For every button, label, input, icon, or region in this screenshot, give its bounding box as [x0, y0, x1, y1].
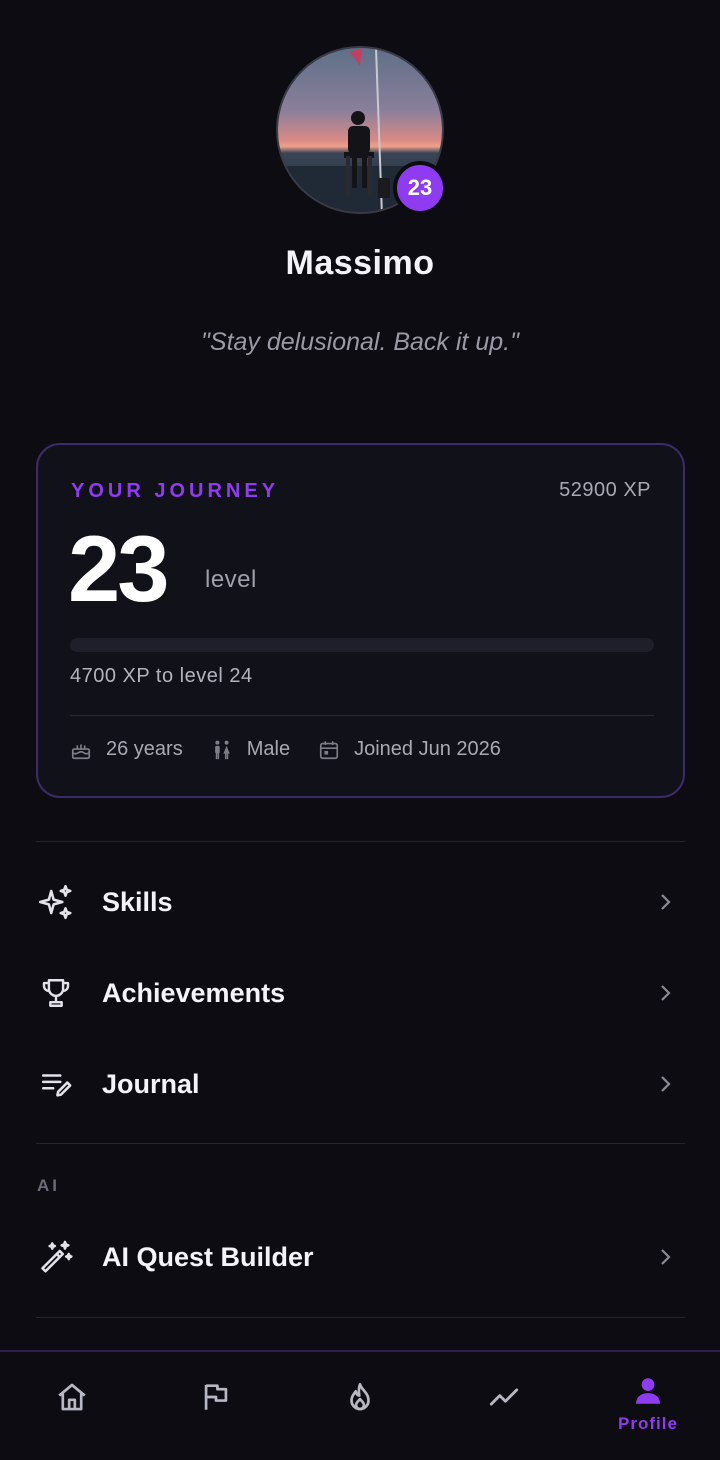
- gender-icon: [214, 740, 230, 759]
- nav-profile[interactable]: Profile: [576, 1352, 720, 1460]
- menu-item-label: AI Quest Builder: [102, 1241, 314, 1272]
- joined-item: Joined Jun 2026: [318, 738, 501, 761]
- home-icon: [58, 1383, 86, 1411]
- flag-icon: [204, 1384, 228, 1410]
- menu-item-skills[interactable]: Skills: [36, 862, 685, 942]
- chevron-right-icon: [661, 1249, 671, 1265]
- menu-item-ai-quest-builder[interactable]: AI Quest Builder: [36, 1217, 685, 1297]
- edit-note-icon: [36, 1064, 76, 1104]
- level-badge: 23: [393, 161, 447, 215]
- trend-icon: [489, 1388, 519, 1406]
- sparkles-icon: [36, 882, 76, 922]
- menu-item-label: Achievements: [102, 977, 286, 1008]
- chevron-right-icon: [661, 1076, 671, 1092]
- chevron-right-icon: [661, 985, 671, 1001]
- profile-motto: "Stay delusional. Back it up.": [201, 328, 519, 356]
- user-icon: [635, 1378, 661, 1404]
- menu-item-achievements[interactable]: Achievements: [36, 953, 685, 1033]
- menu-item-journal[interactable]: Journal: [36, 1044, 685, 1124]
- age-text: 26 years: [106, 738, 183, 760]
- divider: [36, 1317, 685, 1318]
- divider: [36, 1143, 685, 1144]
- divider: [36, 841, 685, 842]
- next-level-text: 4700 XP to level 24: [70, 665, 253, 687]
- calendar-icon: [320, 740, 339, 759]
- nav-streak[interactable]: [288, 1352, 432, 1460]
- cake-icon: [71, 744, 91, 759]
- gender-text: Male: [246, 738, 291, 760]
- journey-meta: 26 years Male Joined Jun 2026: [70, 738, 529, 761]
- nav-home[interactable]: [0, 1352, 144, 1460]
- nav-quests[interactable]: [144, 1352, 288, 1460]
- nav-profile-label: Profile: [618, 1414, 678, 1433]
- flame-icon: [350, 1382, 370, 1411]
- nav-stats[interactable]: [432, 1352, 576, 1460]
- age-item: 26 years: [70, 738, 183, 761]
- chevron-right-icon: [661, 894, 671, 910]
- trophy-icon: [36, 973, 76, 1013]
- level-caption: level: [205, 566, 257, 593]
- profile-name: Massimo: [285, 244, 435, 282]
- xp-progress-bar: [70, 638, 654, 652]
- magic-wand-icon: [36, 1237, 76, 1277]
- profile-screen: 23 Massimo "Stay delusional. Back it up.…: [0, 0, 720, 1460]
- joined-text: Joined Jun 2026: [354, 738, 501, 760]
- level-number: 23: [68, 516, 170, 621]
- menu-item-label: Skills: [102, 886, 173, 917]
- gender-item: Male: [211, 738, 290, 761]
- avatar-container[interactable]: 23: [276, 46, 447, 215]
- journey-divider: [70, 715, 654, 716]
- journey-card: YOUR JOURNEY 52900 XP 23 level 4700 XP t…: [36, 443, 685, 798]
- bottom-nav: Profile: [0, 1350, 720, 1460]
- menu-item-label: Journal: [102, 1068, 200, 1099]
- section-label-ai: AI: [37, 1176, 60, 1195]
- total-xp: 52900 XP: [559, 479, 651, 501]
- journey-label: YOUR JOURNEY: [71, 480, 280, 502]
